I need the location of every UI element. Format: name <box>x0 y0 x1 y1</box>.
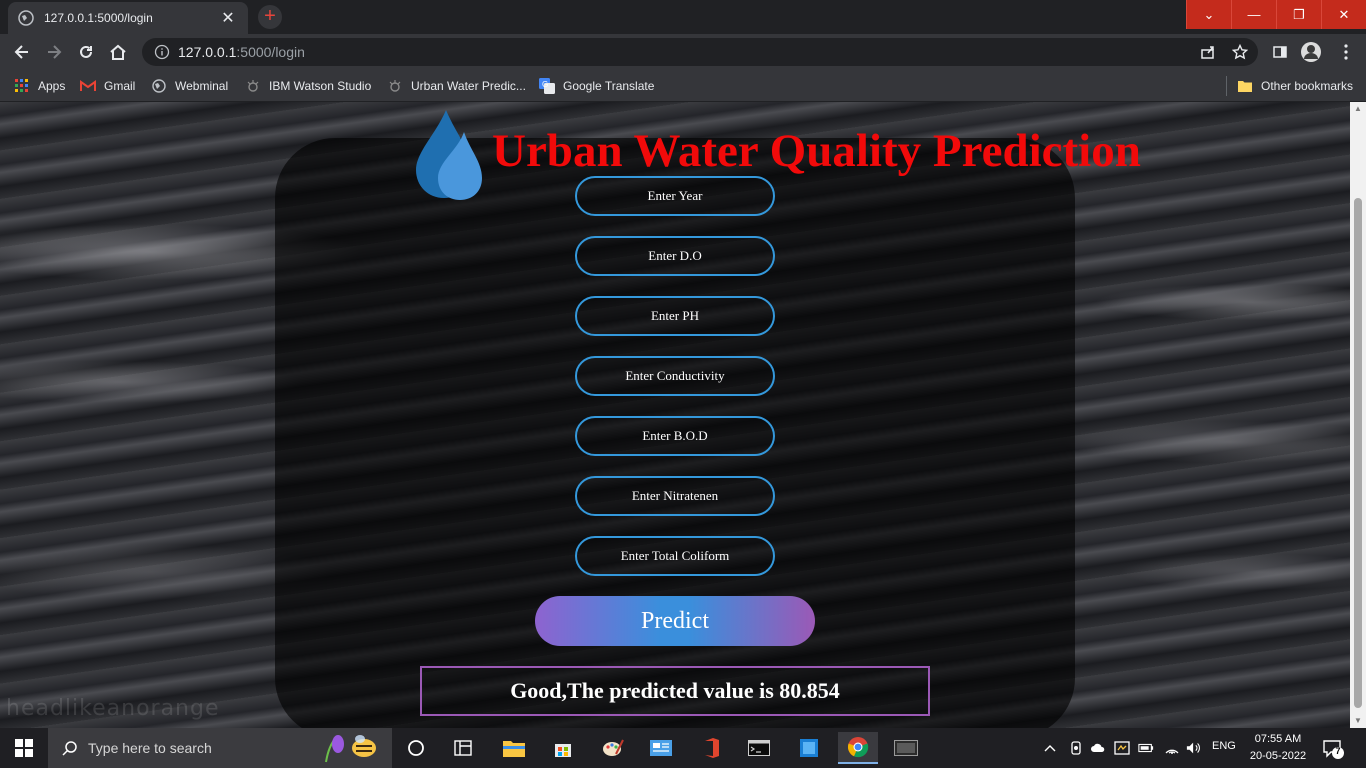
gmail-icon <box>80 78 96 94</box>
home-icon[interactable] <box>106 40 130 64</box>
device-icon[interactable] <box>1068 740 1084 756</box>
browser-toolbar: 127.0.0.1:5000/login <box>0 34 1366 70</box>
result-text: Good,The predicted value is 80.854 <box>510 678 840 703</box>
notification-icon[interactable]: 7 <box>1322 738 1344 760</box>
azure-icon[interactable] <box>789 732 829 764</box>
watermark: headlikeanorange <box>6 696 220 721</box>
bookmark-ibm-watson[interactable]: IBM Watson Studio <box>245 76 371 96</box>
browser-tab[interactable]: 127.0.0.1:5000/login ✕ <box>8 2 248 34</box>
watson-icon <box>387 78 403 94</box>
windows-icon <box>15 739 33 757</box>
result-box: Good,The predicted value is 80.854 <box>420 666 930 716</box>
tray-overflow-icon[interactable] <box>1042 740 1058 756</box>
folder-icon <box>1237 78 1253 94</box>
windows-taskbar: Type here to search ENG 07:55 AM 20-05-2… <box>0 728 1366 768</box>
page-title: Urban Water Quality Prediction <box>492 125 1141 177</box>
wifi-icon[interactable] <box>1164 740 1180 756</box>
task-view-icon[interactable] <box>396 732 436 764</box>
scrollbar-thumb[interactable] <box>1354 198 1362 708</box>
bookmark-urban-water[interactable]: Urban Water Predic... <box>387 76 526 96</box>
site-info-icon[interactable] <box>154 44 170 60</box>
page-scrollbar[interactable]: ▲ ▼ <box>1350 102 1366 728</box>
tab-search-icon[interactable]: ⌄ <box>1186 0 1231 29</box>
clock-date: 20-05-2022 <box>1249 750 1307 762</box>
conductivity-input[interactable] <box>575 356 775 396</box>
reload-icon[interactable] <box>74 40 98 64</box>
clock[interactable]: 07:55 AM 20-05-2022 <box>1246 731 1310 765</box>
svg-text:G: G <box>542 80 548 89</box>
language-indicator[interactable]: ENG <box>1212 740 1236 752</box>
bookmark-label: Webminal <box>175 79 229 93</box>
side-panel-icon[interactable] <box>1268 40 1292 64</box>
window-app-icon[interactable] <box>886 732 926 764</box>
security-icon[interactable] <box>1114 740 1130 756</box>
water-drop-icon <box>416 110 482 200</box>
year-input[interactable] <box>575 176 775 216</box>
address-bar[interactable]: 127.0.0.1:5000/login <box>142 38 1258 66</box>
cloud-icon[interactable] <box>1090 740 1106 756</box>
predict-button[interactable]: Predict <box>535 596 815 646</box>
other-bookmarks-label: Other bookmarks <box>1261 79 1354 93</box>
bookmark-gmail[interactable]: Gmail <box>80 76 135 96</box>
new-tab-button[interactable]: + <box>258 5 282 29</box>
scroll-up-icon[interactable]: ▲ <box>1350 102 1366 116</box>
bookmark-label: IBM Watson Studio <box>269 79 372 93</box>
bookmark-webminal[interactable]: Webminal <box>151 76 228 96</box>
chrome-icon[interactable] <box>838 732 878 764</box>
url-text: 127.0.0.1:5000/login <box>178 44 305 60</box>
bookmark-apps[interactable]: Apps <box>14 76 65 96</box>
scroll-down-icon[interactable]: ▼ <box>1350 714 1366 728</box>
globe-icon <box>18 10 34 26</box>
office-icon[interactable] <box>691 732 731 764</box>
file-explorer-icon[interactable] <box>494 732 534 764</box>
clock-time: 07:55 AM <box>1254 733 1302 745</box>
do-input[interactable] <box>575 236 775 276</box>
taskbar-search[interactable]: Type here to search <box>48 728 392 768</box>
minimize-icon[interactable]: — <box>1231 0 1276 29</box>
search-placeholder: Type here to search <box>88 740 212 756</box>
nitratenen-input[interactable] <box>575 476 775 516</box>
store-icon[interactable] <box>543 732 583 764</box>
search-icon <box>62 741 77 756</box>
forward-icon[interactable] <box>42 40 66 64</box>
tab-title: 127.0.0.1:5000/login <box>44 11 153 25</box>
bod-input[interactable] <box>575 416 775 456</box>
search-highlight-icon <box>325 735 376 763</box>
share-icon[interactable] <box>1196 40 1220 64</box>
bookmarks-bar: Apps Gmail Webminal IBM Watson Studio Ur… <box>0 70 1366 102</box>
other-bookmarks[interactable]: Other bookmarks <box>1226 76 1353 96</box>
globe-icon <box>151 78 167 94</box>
restore-icon[interactable]: ❐ <box>1276 0 1321 29</box>
bookmark-label: Gmail <box>104 79 136 93</box>
close-window-icon[interactable]: ✕ <box>1321 0 1366 29</box>
control-panel-icon[interactable] <box>641 732 681 764</box>
ph-input[interactable] <box>575 296 775 336</box>
bookmark-star-icon[interactable] <box>1228 40 1252 64</box>
bookmark-label: Apps <box>38 79 66 93</box>
apps-grid-icon <box>14 78 30 94</box>
battery-icon[interactable] <box>1138 740 1154 756</box>
notification-count: 7 <box>1335 746 1341 756</box>
translate-icon: G <box>539 78 555 94</box>
profile-avatar[interactable] <box>1299 40 1323 64</box>
window-controls: ⌄ — ❐ ✕ <box>1186 0 1366 29</box>
watson-icon <box>245 78 261 94</box>
back-icon[interactable] <box>10 40 34 64</box>
volume-icon[interactable] <box>1186 740 1202 756</box>
menu-dots-icon[interactable] <box>1334 40 1358 64</box>
start-button[interactable] <box>0 728 48 768</box>
paint-icon[interactable] <box>593 732 633 764</box>
widgets-icon[interactable] <box>443 732 483 764</box>
terminal-icon[interactable] <box>739 732 779 764</box>
total-coliform-input[interactable] <box>575 536 775 576</box>
close-tab-icon[interactable]: ✕ <box>218 8 238 28</box>
tab-strip: 127.0.0.1:5000/login ✕ + ⌄ — ❐ ✕ <box>0 0 1366 34</box>
bookmark-label: Google Translate <box>563 79 655 93</box>
bookmark-google-translate[interactable]: G Google Translate <box>539 76 654 96</box>
bookmark-label: Urban Water Predic... <box>411 79 526 93</box>
page-viewport: headlikeanorange Urban Water Quality Pre… <box>0 102 1350 728</box>
